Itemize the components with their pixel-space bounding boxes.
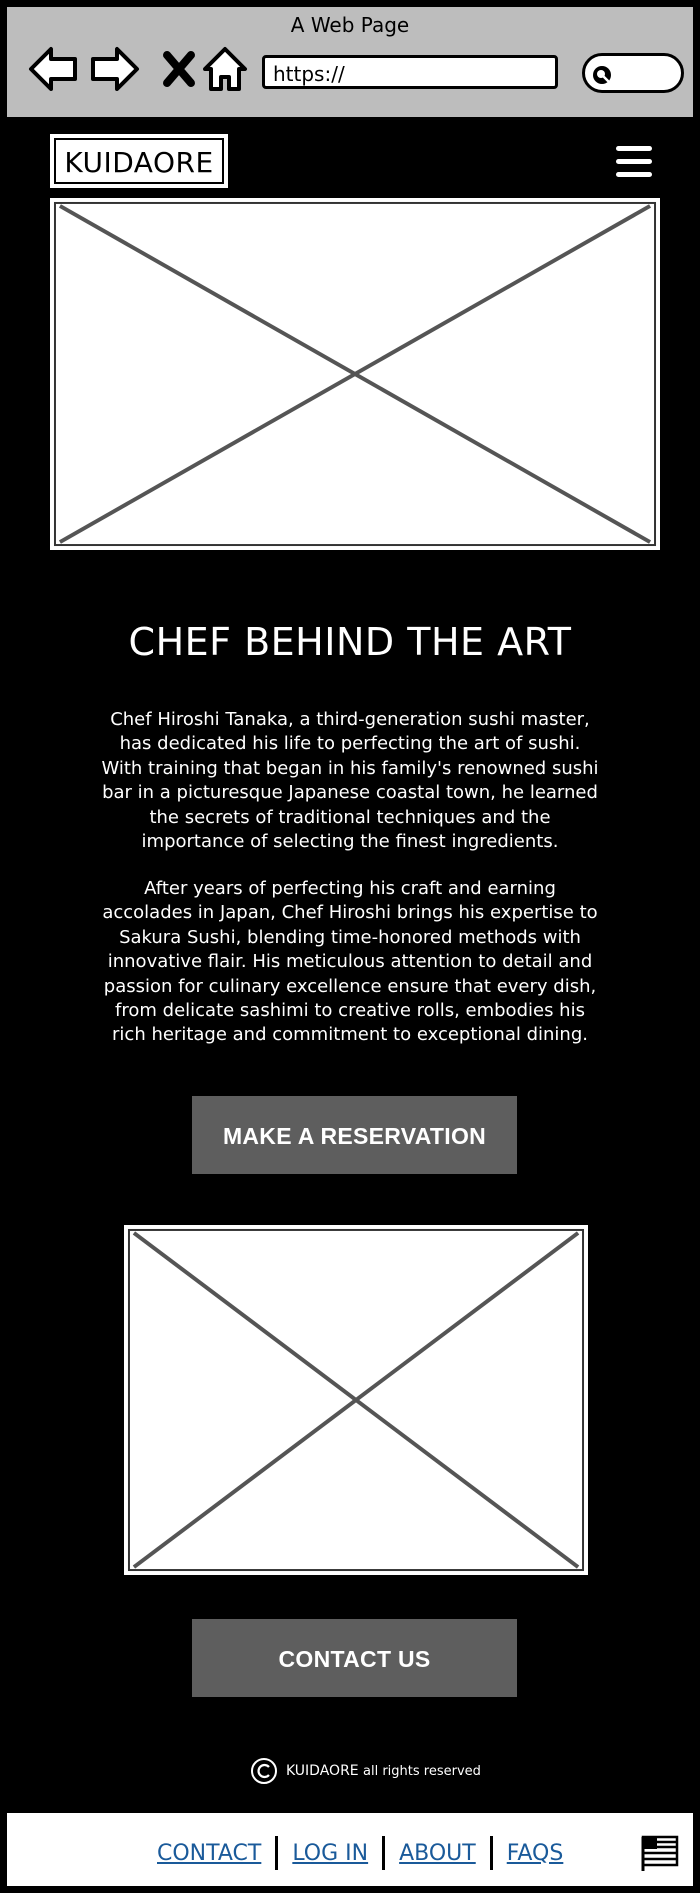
hamburger-menu-icon[interactable] [614,144,654,180]
forward-arrow-icon[interactable] [89,43,141,95]
copyright-text: all rights reserved [363,1764,481,1779]
copyright-brand: KUIDAORE [286,1763,359,1779]
page-heading: CHEF BEHIND THE ART [128,620,572,664]
browser-chrome: A Web Page https:// [4,4,696,120]
search-icon [593,66,611,84]
footer-divider [275,1836,279,1870]
chef-bio-paragraph-2: After years of perfecting his craft and … [102,878,598,1046]
image-placeholder-icon [127,1228,585,1572]
chef-image-placeholder [50,198,660,550]
back-arrow-icon[interactable] [27,43,79,95]
footer-divider [489,1836,493,1870]
make-reservation-button[interactable]: MAKE A RESERVATION [192,1096,517,1174]
browser-search[interactable] [582,53,684,93]
footer-bar: CONTACT LOG IN ABOUT FAQS [4,1810,696,1889]
page: A Web Page https:// KUIDAORE CHEF BEHIND… [0,0,700,1893]
home-icon[interactable] [199,43,251,95]
copyright-icon [251,1758,277,1784]
footer-link-faqs[interactable]: FAQS [507,1841,564,1866]
browser-title: A Web Page [290,13,410,37]
footer-link-contact[interactable]: CONTACT [157,1841,261,1866]
footer-divider [382,1836,386,1870]
footer-link-login[interactable]: LOG IN [292,1841,368,1866]
us-flag-icon[interactable] [639,1831,681,1873]
secondary-image-placeholder [124,1225,588,1575]
url-text: https:// [273,62,345,86]
footer-links: CONTACT LOG IN ABOUT FAQS [157,1835,563,1871]
image-placeholder-icon [53,201,657,547]
site-logo[interactable]: KUIDAORE [50,134,228,188]
footer-link-about[interactable]: ABOUT [399,1841,476,1866]
logo-text: KUIDAORE [64,146,214,179]
close-x-icon[interactable] [153,43,205,95]
chef-bio-paragraph-1: Chef Hiroshi Tanaka, a third-generation … [101,709,599,853]
contact-us-button[interactable]: CONTACT US [192,1619,517,1697]
url-bar[interactable]: https:// [262,55,558,89]
